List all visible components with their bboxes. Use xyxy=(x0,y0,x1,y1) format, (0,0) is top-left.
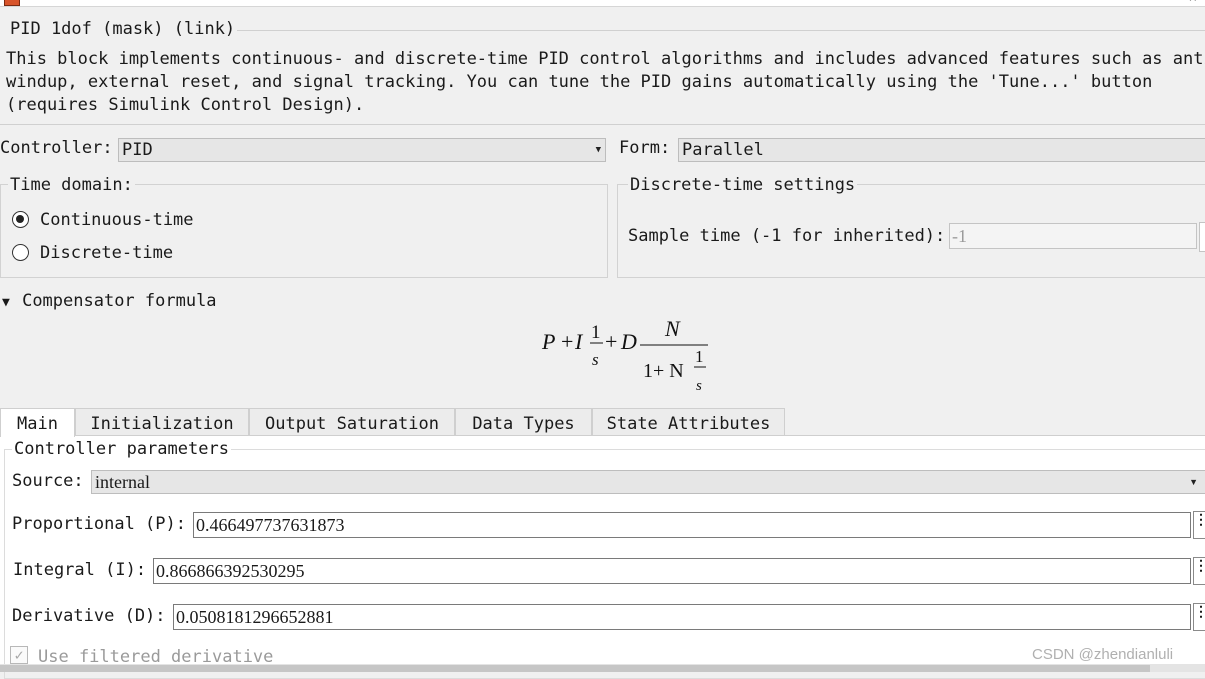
formula-plus: + xyxy=(605,329,617,354)
description-line: windup, external reset, and signal track… xyxy=(6,72,1153,92)
use-filtered-derivative-checkbox[interactable]: ✓ xyxy=(10,646,28,664)
close-icon[interactable]: × xyxy=(1189,0,1197,6)
continuous-time-radio[interactable] xyxy=(12,211,29,228)
source-label: Source: xyxy=(12,471,84,491)
sample-time-dots-button[interactable] xyxy=(1199,222,1205,252)
integral-input[interactable]: 0.866866392530295 xyxy=(153,558,1191,584)
formula-denominator: 1+ N xyxy=(643,360,684,382)
formula-plus: + xyxy=(561,329,573,354)
controller-parameters-label: Controller parameters xyxy=(12,439,231,459)
source-value: internal xyxy=(95,472,150,492)
derivative-input[interactable]: 0.0508181296652881 xyxy=(173,604,1191,630)
time-domain-group xyxy=(0,184,608,278)
chevron-down-icon: ▼ xyxy=(595,145,601,155)
formula-one: 1 xyxy=(591,322,601,343)
discrete-settings-label: Discrete-time settings xyxy=(628,175,858,195)
continuous-time-label[interactable]: Continuous-time xyxy=(40,210,194,230)
integral-dots-button[interactable]: ⋮ xyxy=(1193,557,1205,585)
discrete-time-radio[interactable] xyxy=(12,244,29,261)
check-icon: ✓ xyxy=(14,646,24,664)
tab-main[interactable]: Main xyxy=(0,408,75,437)
integral-label: Integral (I): xyxy=(13,560,147,580)
controller-value: PID xyxy=(122,140,153,160)
proportional-dots-button[interactable]: ⋮ xyxy=(1193,511,1205,539)
description-line: This block implements continuous- and di… xyxy=(6,49,1205,69)
formula-s: s xyxy=(696,378,702,394)
proportional-label: Proportional (P): xyxy=(12,514,186,534)
controller-dropdown[interactable]: PID ▼ xyxy=(118,138,606,162)
formula-one: 1 xyxy=(695,347,704,366)
sample-time-input[interactable]: -1 xyxy=(949,223,1197,249)
derivative-label: Derivative (D): xyxy=(12,606,166,626)
time-domain-label: Time domain: xyxy=(8,175,135,195)
formula-n: N xyxy=(664,316,681,341)
source-dropdown[interactable]: internal ▼ xyxy=(91,470,1205,494)
controller-label: Controller: xyxy=(0,138,113,158)
chevron-down-icon: ▼ xyxy=(1189,477,1198,487)
window-title-bar: × xyxy=(0,0,1205,7)
tab-data-types[interactable]: Data Types xyxy=(455,408,592,436)
block-title-separator xyxy=(237,30,1205,31)
formula-p: P xyxy=(541,329,555,354)
proportional-input[interactable]: 0.466497737631873 xyxy=(193,512,1191,538)
discrete-time-label[interactable]: Discrete-time xyxy=(40,243,173,263)
compensator-label: Compensator formula xyxy=(22,291,217,311)
simulink-app-icon xyxy=(4,0,20,6)
tab-initialization[interactable]: Initialization xyxy=(75,408,249,436)
block-description: This block implements continuous- and di… xyxy=(6,48,1205,117)
triangle-down-icon: ▼ xyxy=(2,295,10,310)
scrollbar-thumb[interactable] xyxy=(0,665,1150,672)
sample-time-label: Sample time (-1 for inherited): xyxy=(628,226,946,246)
tab-output-saturation[interactable]: Output Saturation xyxy=(249,408,455,436)
radio-selected-dot xyxy=(16,215,24,223)
formula-i: I xyxy=(574,329,584,354)
form-label: Form: xyxy=(619,138,671,158)
horizontal-scrollbar[interactable] xyxy=(0,664,1205,672)
compensator-toggle[interactable]: ▼ Compensator formula xyxy=(2,291,217,311)
block-title: PID 1dof (mask) (link) xyxy=(10,19,236,39)
derivative-dots-button[interactable]: ⋮ xyxy=(1193,603,1205,631)
description-line: (requires Simulink Control Design). xyxy=(6,95,365,115)
description-separator xyxy=(0,124,1205,125)
form-dropdown[interactable]: Parallel xyxy=(678,138,1205,162)
formula-s: s xyxy=(592,350,599,369)
tab-state-attributes[interactable]: State Attributes xyxy=(592,408,785,436)
compensator-formula: P + I 1 s + D N 1+ N 1 s xyxy=(541,316,708,394)
watermark: CSDN @zhendianluli xyxy=(1032,646,1174,663)
form-value: Parallel xyxy=(682,140,764,160)
formula-d: D xyxy=(620,329,637,354)
